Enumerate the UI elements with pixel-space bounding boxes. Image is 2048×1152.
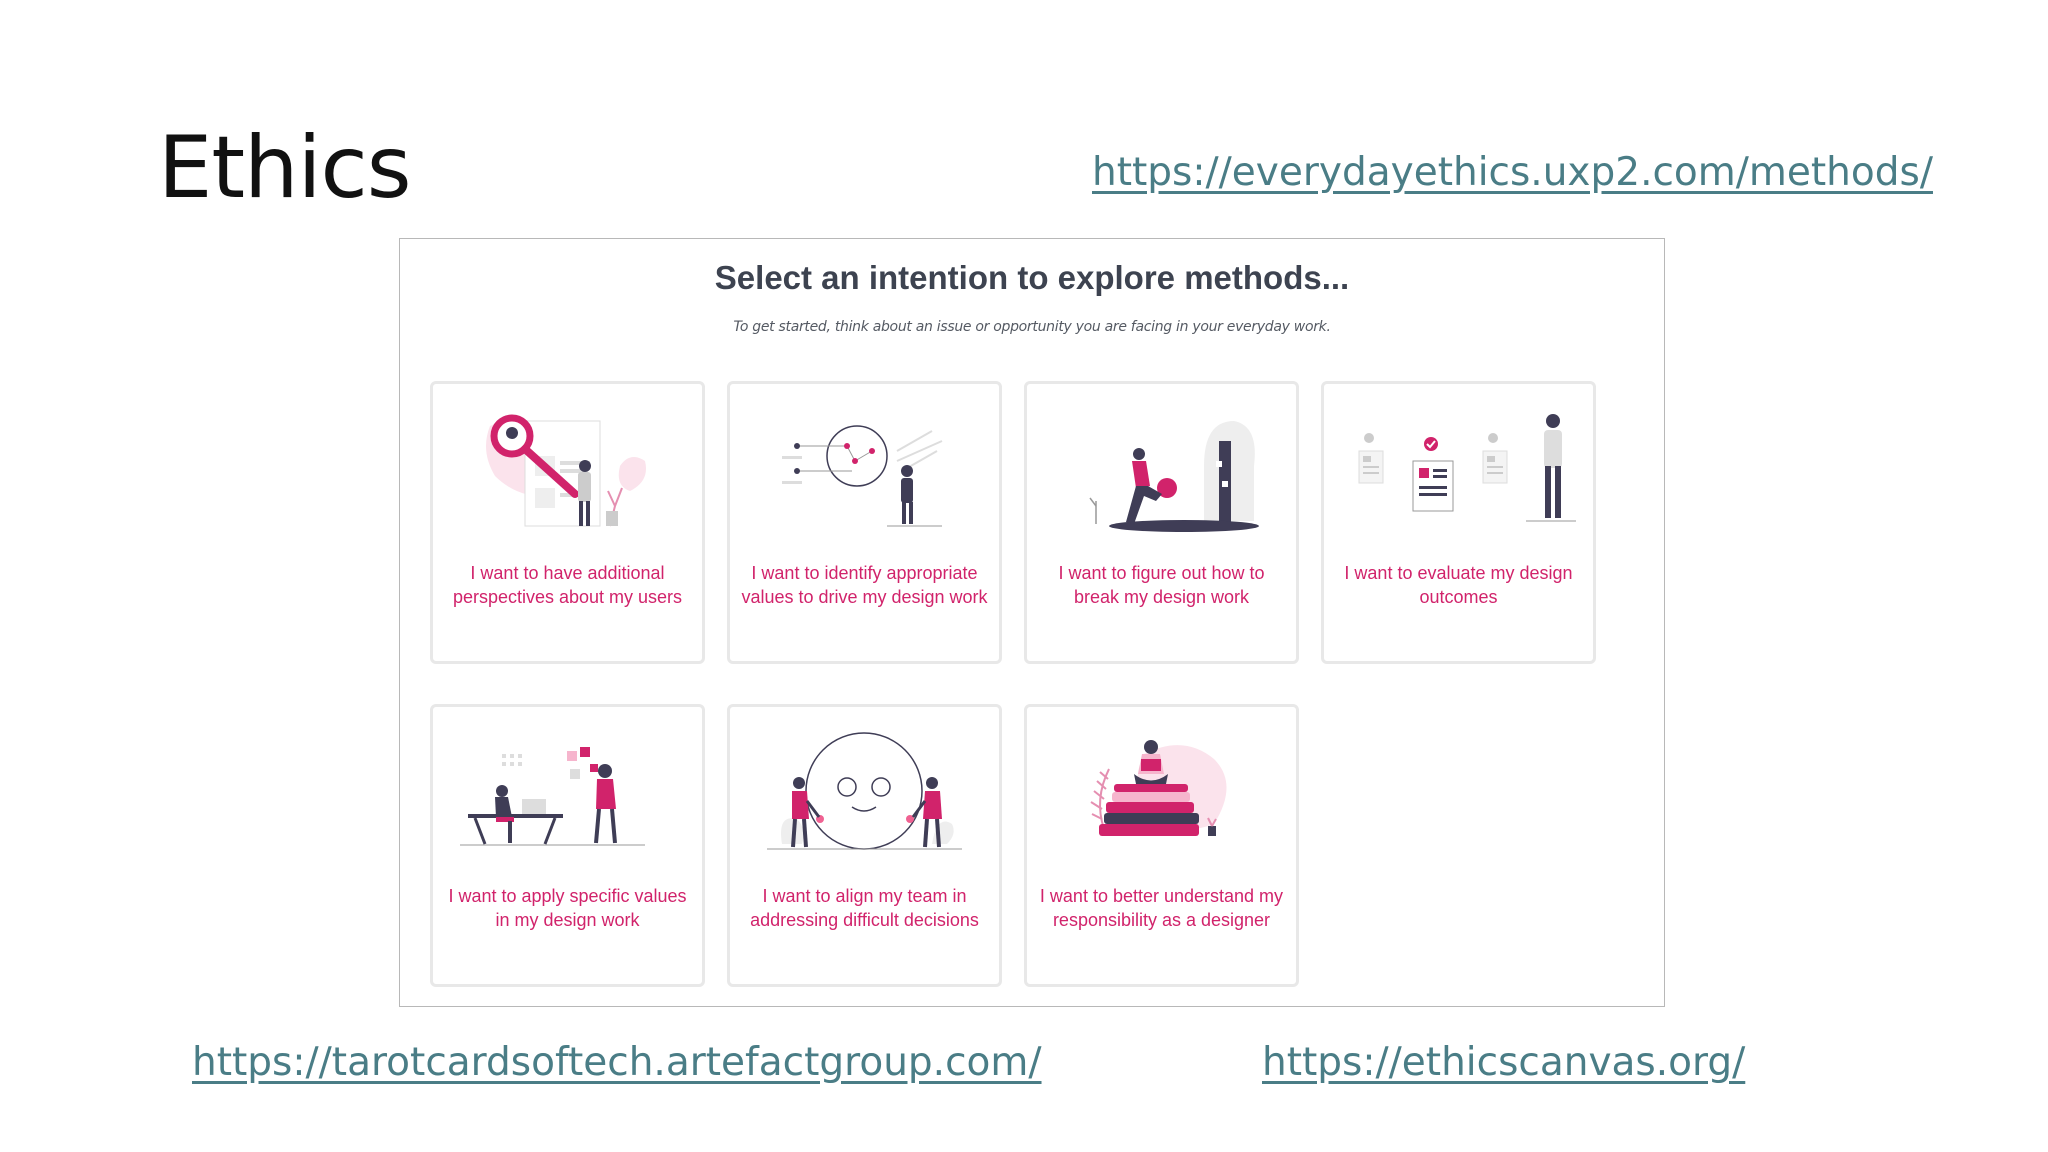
align-team-illustration — [767, 732, 962, 850]
magnifier-users-illustration — [486, 414, 646, 527]
screenshot-heading: Select an intention to explore methods..… — [714, 259, 1350, 296]
intention-card-apply-values[interactable]: I want to apply specific values in my de… — [430, 704, 705, 987]
tarotcards-link[interactable]: https://tarotcardsoftech.artefactgroup.c… — [192, 1040, 1042, 1085]
everydayethics-link[interactable]: https://everydayethics.uxp2.com/methods/ — [1092, 150, 1933, 195]
intention-card-label: I want to figure out how to break my des… — [1058, 563, 1265, 607]
intention-card-user-perspectives[interactable]: I want to have additional perspectives a… — [430, 381, 705, 664]
intention-card-label: I want to apply specific values in my de… — [448, 886, 687, 930]
intention-card-label: I want to identify appropriate values to… — [741, 563, 988, 607]
responsibility-books-illustration — [1090, 740, 1227, 836]
intention-card-label: I want to align my team in addressing di… — [750, 886, 979, 930]
evaluate-outcomes-illustration — [1358, 414, 1576, 522]
ethicscanvas-link[interactable]: https://ethicscanvas.org/ — [1262, 1040, 1745, 1085]
intention-card-identify-values[interactable]: I want to identify appropriate values to… — [727, 381, 1002, 664]
apply-values-illustration — [460, 747, 645, 846]
website-screenshot: Select an intention to explore methods..… — [399, 238, 1665, 1007]
values-diagram-illustration — [782, 425, 943, 527]
intention-card-align-team[interactable]: I want to align my team in addressing di… — [727, 704, 1002, 987]
break-design-illustration — [1089, 421, 1259, 532]
screenshot-subheading: To get started, think about an issue or … — [733, 319, 1331, 335]
intention-card-label: I want to evaluate my design outcomes — [1344, 563, 1573, 607]
slide-title: Ethics — [158, 118, 412, 218]
intention-card-responsibility[interactable]: I want to better understand my responsib… — [1024, 704, 1299, 987]
intention-card-label: I want to have additional perspectives a… — [452, 563, 683, 607]
intention-card-break-design[interactable]: I want to figure out how to break my des… — [1024, 381, 1299, 664]
intention-card-label: I want to better understand my responsib… — [1039, 886, 1284, 930]
intention-card-evaluate-outcomes[interactable]: I want to evaluate my design outcomes — [1321, 381, 1596, 664]
